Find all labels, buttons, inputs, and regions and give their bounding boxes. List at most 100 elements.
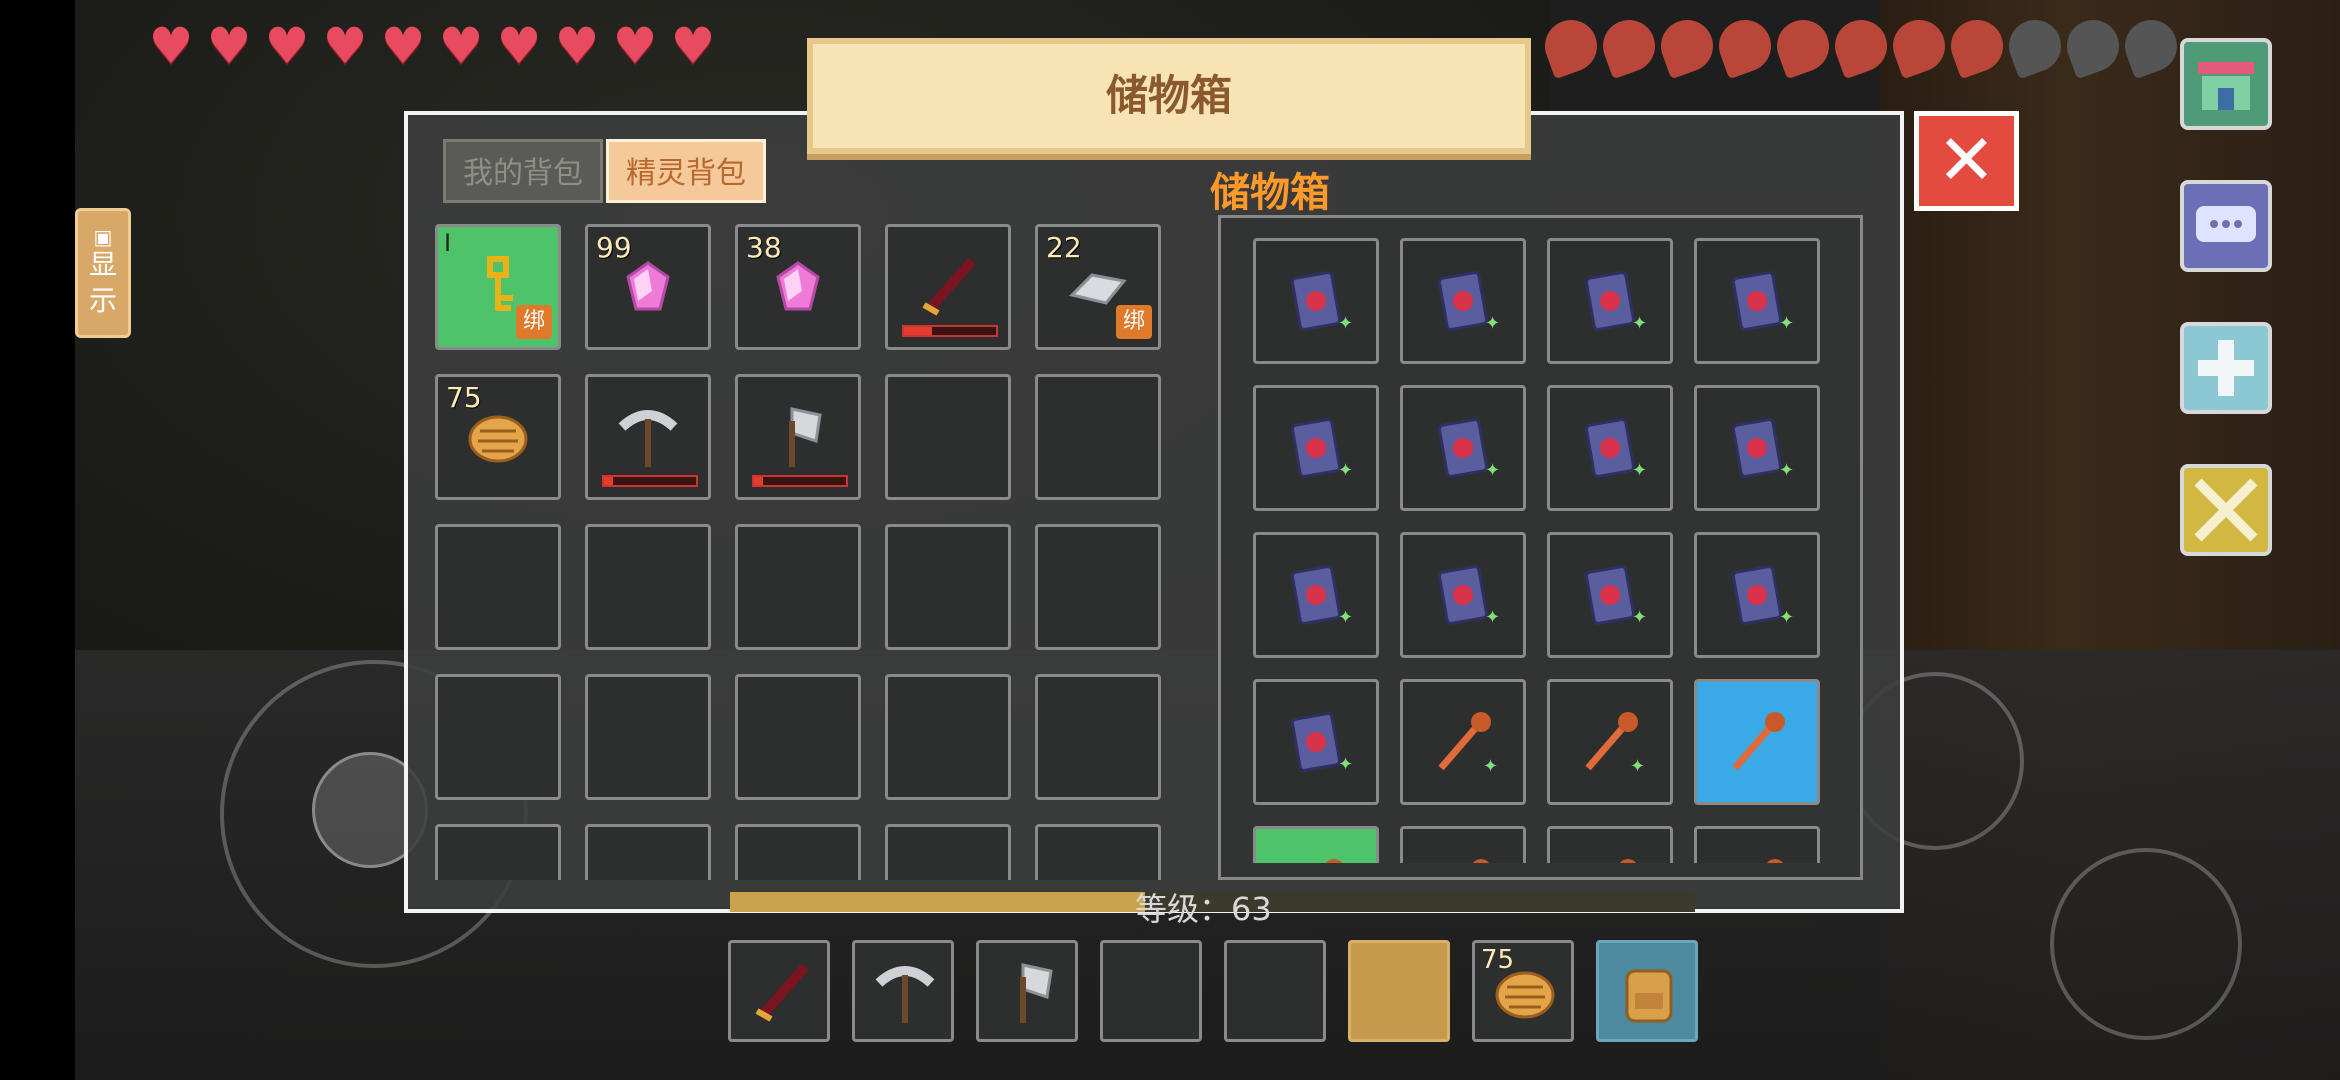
- storage-slot[interactable]: [1694, 679, 1820, 805]
- storage-slot[interactable]: ✦: [1400, 532, 1526, 658]
- svg-text:✦: ✦: [1779, 313, 1793, 334]
- storage-panel: ✦ ✦ ✦ ✦ ✦ ✦ ✦ ✦ ✦ ✦ ✦ ✦ ✦ ✦ ✦: [1218, 215, 1863, 880]
- drumstick-empty-icon: [2059, 12, 2127, 80]
- heart-icon: ♥: [612, 17, 658, 75]
- inventory-slot[interactable]: [585, 674, 711, 800]
- inventory-slot[interactable]: [1035, 524, 1161, 650]
- inventory-slot[interactable]: I绑: [435, 224, 561, 350]
- inventory-slot[interactable]: [585, 524, 711, 650]
- inventory-slot[interactable]: [885, 224, 1011, 350]
- close-button[interactable]: ✕: [1914, 111, 2019, 211]
- iron-pickaxe-icon: [618, 410, 678, 467]
- inventory-slot[interactable]: [735, 524, 861, 650]
- spell-book-icon: ✦: [1290, 271, 1352, 334]
- storage-slot[interactable]: ✦: [1547, 679, 1673, 805]
- storage-slot[interactable]: ✦: [1694, 238, 1820, 364]
- svg-text:✦: ✦: [1485, 607, 1499, 628]
- storage-slot[interactable]: ✦: [1400, 679, 1526, 805]
- storage-slot[interactable]: ✦: [1253, 679, 1379, 805]
- iron-axe-icon: [1020, 963, 1053, 1023]
- inventory-slot[interactable]: [885, 674, 1011, 800]
- inventory-slot[interactable]: [435, 824, 561, 880]
- drumstick-icon: [1653, 12, 1721, 80]
- storage-slot[interactable]: ✦: [1694, 385, 1820, 511]
- inventory-slot[interactable]: [735, 824, 861, 880]
- tab-spirit-backpack[interactable]: 精灵背包: [606, 139, 766, 203]
- inventory-slot[interactable]: 75: [435, 374, 561, 500]
- tab-my-backpack[interactable]: 我的背包: [443, 139, 603, 203]
- title-banner: 储物箱: [807, 38, 1531, 154]
- shop-button[interactable]: [2180, 38, 2272, 130]
- heart-icon: ♥: [264, 17, 310, 75]
- shop-icon: [2198, 62, 2254, 110]
- storage-slot[interactable]: [1400, 826, 1526, 863]
- svg-text:✦: ✦: [1632, 607, 1646, 628]
- svg-text:✦: ✦: [1779, 607, 1793, 628]
- inventory-slot[interactable]: [585, 374, 711, 500]
- durability-fill: [754, 477, 764, 485]
- inventory-slot[interactable]: [735, 374, 861, 500]
- hotbar-slot[interactable]: [1100, 940, 1202, 1042]
- drumstick-icon: [1711, 12, 1779, 80]
- drumstick-icon: [1827, 12, 1895, 80]
- magic-staff-icon: [1767, 859, 1783, 863]
- inventory-slot[interactable]: 38: [735, 224, 861, 350]
- inventory-slot[interactable]: [585, 824, 711, 880]
- storage-slot[interactable]: ✦: [1253, 238, 1379, 364]
- inventory-slot[interactable]: [885, 524, 1011, 650]
- inventory-slot[interactable]: 22 绑: [1035, 224, 1161, 350]
- battle-button[interactable]: [2180, 464, 2272, 556]
- jump-button[interactable]: [2050, 848, 2242, 1040]
- add-button[interactable]: [2180, 322, 2272, 414]
- durability-fill: [604, 477, 614, 485]
- storage-slot[interactable]: ✦: [1547, 532, 1673, 658]
- inventory-slot[interactable]: [1035, 824, 1161, 880]
- drumstick-empty-icon: [2001, 12, 2069, 80]
- storage-slot[interactable]: ✦: [1547, 385, 1673, 511]
- chat-button[interactable]: [2180, 180, 2272, 272]
- inventory-slot[interactable]: [885, 374, 1011, 500]
- hotbar-slot[interactable]: [976, 940, 1078, 1042]
- hotbar-slot[interactable]: 75: [1472, 940, 1574, 1042]
- spell-book-icon: ✦: [1290, 418, 1352, 481]
- heart-icon: ♥: [206, 17, 252, 75]
- storage-slot[interactable]: [1547, 826, 1673, 863]
- inventory-slot[interactable]: [1035, 674, 1161, 800]
- hotbar-slot[interactable]: [1224, 940, 1326, 1042]
- spell-book-icon: ✦: [1290, 565, 1352, 628]
- storage-slot[interactable]: ✦: [1253, 385, 1379, 511]
- chat-icon: [2196, 206, 2256, 242]
- backpack-button[interactable]: [1596, 940, 1698, 1042]
- storage-slot[interactable]: ✦: [1400, 385, 1526, 511]
- storage-slot[interactable]: ✦: [1400, 238, 1526, 364]
- inventory-slot[interactable]: [435, 524, 561, 650]
- spell-book-icon: ✦: [1290, 712, 1352, 775]
- storage-slot[interactable]: [1253, 826, 1379, 863]
- heart-icon: ♥: [438, 17, 484, 75]
- svg-text:✦: ✦: [1485, 313, 1499, 334]
- iron-pickaxe-icon: [875, 966, 935, 1023]
- show-toggle-button[interactable]: ▣ 显 示: [75, 208, 131, 338]
- inventory-slot[interactable]: [435, 674, 561, 800]
- inventory-slot[interactable]: [885, 824, 1011, 880]
- inventory-slot[interactable]: [735, 674, 861, 800]
- inventory-slot[interactable]: [1035, 374, 1161, 500]
- magic-staff-icon: [1326, 859, 1342, 863]
- hotbar-slot[interactable]: [728, 940, 830, 1042]
- bound-badge: 绑: [516, 305, 552, 339]
- hotbar-slot[interactable]: [1348, 940, 1450, 1042]
- svg-text:✦: ✦: [1632, 313, 1646, 334]
- durability-bar: [602, 475, 698, 487]
- storage-slot[interactable]: [1694, 826, 1820, 863]
- storage-slot[interactable]: ✦: [1694, 532, 1820, 658]
- magic-staff-icon: [1473, 859, 1489, 863]
- heart-icon: ♥: [554, 17, 600, 75]
- hotbar-slot[interactable]: [852, 940, 954, 1042]
- storage-slot[interactable]: ✦: [1547, 238, 1673, 364]
- inventory-slot[interactable]: 99: [585, 224, 711, 350]
- heart-icon: ♥: [670, 17, 716, 75]
- storage-slot[interactable]: ✦: [1253, 532, 1379, 658]
- svg-text:✦: ✦: [1485, 460, 1499, 481]
- item-count: 38: [746, 231, 782, 264]
- magic-staff-icon: [1620, 859, 1636, 863]
